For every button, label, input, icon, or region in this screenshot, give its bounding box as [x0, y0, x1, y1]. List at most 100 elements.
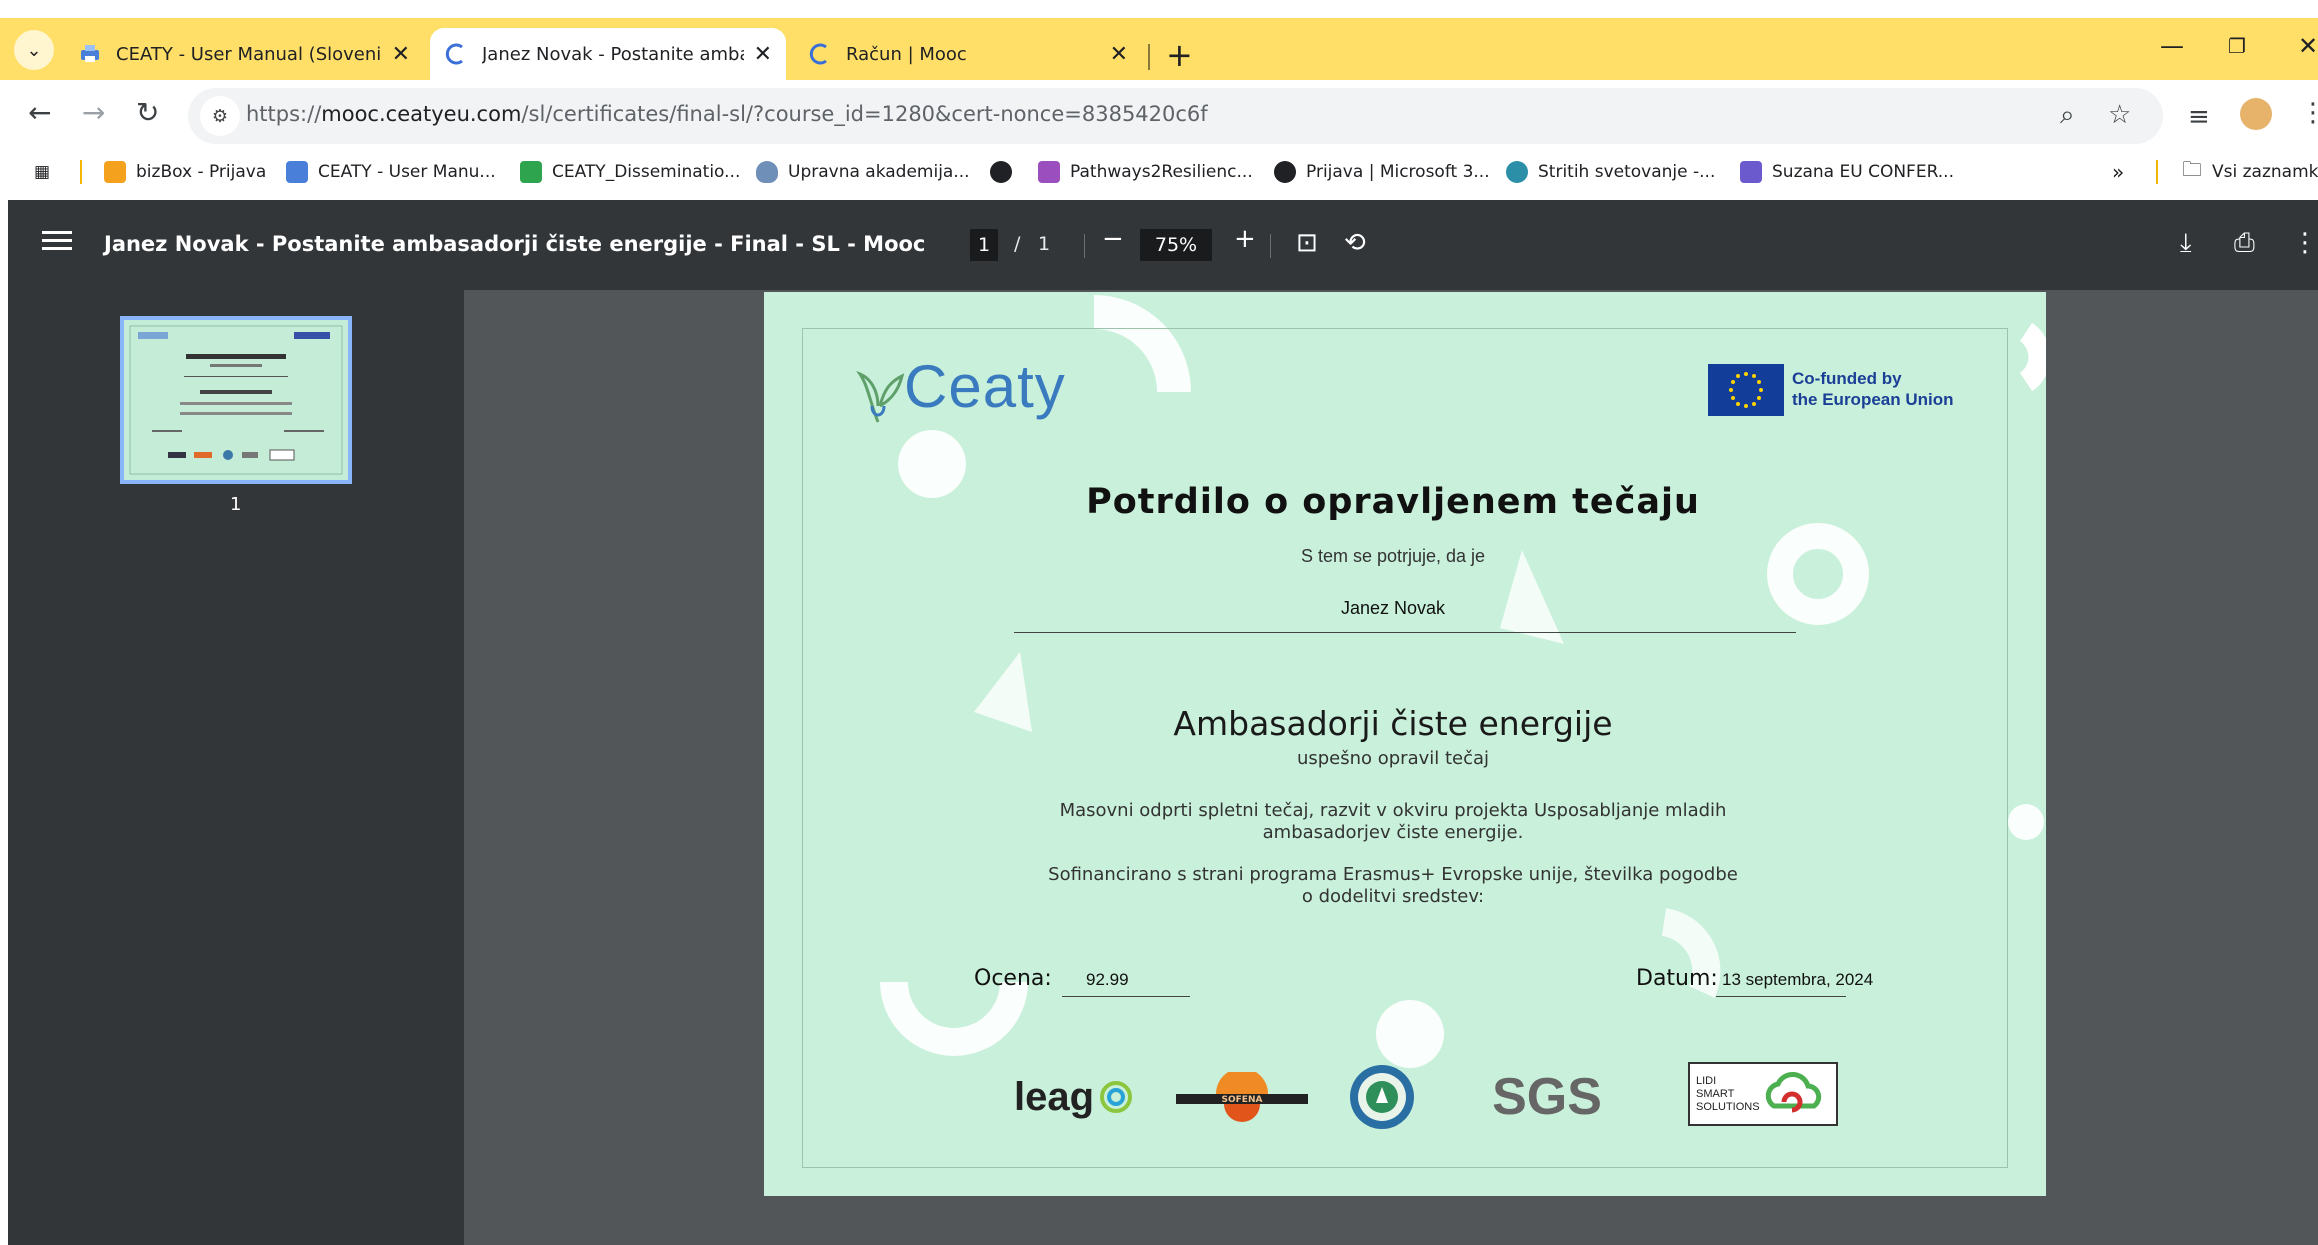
tab-racun[interactable]: Račun | Mooc ✕	[794, 28, 1142, 80]
close-icon[interactable]: ✕	[1110, 42, 1128, 67]
cloud-icon	[1765, 1072, 1822, 1113]
address-bar[interactable]: ⚙ https://mooc.ceatyeu.com/sl/certificat…	[188, 88, 2163, 144]
download-icon[interactable]: ⤓	[2180, 228, 2192, 259]
course-description: Masovni odprti spletni tečaj, razvit v o…	[1059, 800, 1727, 843]
globe-icon	[990, 161, 1012, 183]
bookmark-pathways[interactable]: Pathways2Resilienc...	[1038, 156, 1253, 188]
zoom-out-icon[interactable]: −	[1102, 224, 1124, 254]
restore-icon[interactable]: ❐	[2228, 34, 2246, 58]
url-text[interactable]: https://mooc.ceatyeu.com/sl/certificates…	[246, 102, 1208, 126]
bizbox-icon	[104, 161, 126, 183]
zoom-in-icon[interactable]: +	[1234, 224, 1256, 254]
bookmarks-bar: ▦ bizBox - Prijava CEATY - User Manu... …	[0, 152, 2318, 192]
emblem-logo	[1346, 1062, 1418, 1132]
name-underline	[1014, 632, 1796, 633]
date-underline	[1716, 996, 1846, 997]
sgs-logo: SGS	[1492, 1068, 1602, 1126]
recipient-name: Janez Novak	[1340, 598, 1446, 618]
bookmark-star-icon[interactable]: ☆	[2108, 100, 2131, 130]
emblem-icon	[1350, 1065, 1414, 1129]
completed-text: uspešno opravil tečaj	[1296, 748, 1490, 769]
sheets-icon	[520, 161, 542, 183]
shield-icon	[756, 161, 778, 183]
date-value: 13 septembra, 2024	[1722, 970, 1874, 989]
page-number-input[interactable]: 1	[970, 229, 998, 261]
mooc-c-icon	[445, 43, 463, 65]
sofena-label: SOFENA	[1222, 1095, 1263, 1105]
forward-icon[interactable]: →	[82, 96, 105, 129]
bookmark-ceaty-manual[interactable]: CEATY - User Manu...	[286, 156, 496, 188]
avatar[interactable]	[2240, 98, 2272, 130]
zoom-icon[interactable]: ⌕	[2060, 100, 2075, 131]
bookmark-separator	[80, 160, 82, 184]
thumbnail-page-number: 1	[230, 494, 242, 515]
new-tab-button[interactable]: +	[1166, 36, 1193, 74]
close-window-icon[interactable]: ✕	[2298, 32, 2318, 60]
more-menu-icon[interactable]: ⋮	[2300, 98, 2318, 128]
mooc-c-icon	[809, 43, 827, 65]
printer-icon	[81, 45, 99, 62]
close-icon[interactable]: ✕	[754, 42, 772, 67]
confirm-text: S tem se potrjuje, da je	[1300, 546, 1486, 566]
thumbnail-sidebar: 1	[8, 290, 464, 1245]
reload-icon[interactable]: ↻	[136, 96, 159, 129]
certificate-page: Ceaty Co-funded by the European Union Po…	[764, 292, 2046, 1196]
tab-title: CEATY - User Manual (Slovenia)	[116, 43, 382, 65]
tab-title: Račun | Mooc	[846, 43, 967, 65]
minimize-icon[interactable]: —	[2160, 32, 2184, 60]
all-bookmarks-folder[interactable]: 🗀 Vsi zaznamk	[2182, 156, 2318, 188]
sharepoint-icon	[1506, 161, 1528, 183]
thumbnail-preview-icon	[129, 325, 343, 475]
eu-flag-icon	[1708, 364, 1784, 416]
fit-page-icon[interactable]: ⊡	[1296, 228, 1318, 258]
bookmark-stritih[interactable]: Stritih svetovanje -...	[1506, 156, 1715, 188]
sofena-sun-icon: SOFENA	[1176, 1072, 1308, 1122]
funding-text: Sofinancirano s strani programa Erasmus+…	[1048, 864, 1738, 907]
hamburger-menu-icon[interactable]	[42, 226, 72, 256]
trello-icon	[1038, 161, 1060, 183]
date-label: Datum:	[1636, 966, 1718, 991]
grade-value: 92.99	[1086, 970, 1129, 989]
leag-ring-icon	[1100, 1081, 1133, 1113]
ceaty-logo: Ceaty	[904, 353, 1066, 420]
tab-ceaty-manual[interactable]: CEATY - User Manual (Slovenia) ✕	[64, 28, 424, 80]
grade-label: Ocena:	[974, 966, 1052, 991]
bookmark-bizbox[interactable]: bizBox - Prijava	[104, 156, 266, 188]
tab-title: Janez Novak - Postanite ambas	[482, 43, 744, 65]
pdf-toolbar: Janez Novak - Postanite ambasadorji čist…	[8, 200, 2318, 290]
tab-search-button[interactable]: ⌄	[14, 30, 54, 70]
forms-icon	[1740, 161, 1762, 183]
grade-underline	[1062, 996, 1190, 997]
course-name: Ambasadorji čiste energije	[1173, 704, 1613, 743]
leag-logo: leag	[1004, 1062, 1144, 1132]
more-options-icon[interactable]: ⋮	[2292, 228, 2318, 258]
zoom-input[interactable]: 75%	[1140, 229, 1212, 261]
site-info-icon[interactable]: ⚙	[200, 96, 240, 136]
rotate-icon[interactable]: ⟲	[1344, 228, 1366, 258]
printer-icon	[286, 161, 308, 183]
divider	[1270, 234, 1271, 258]
bookmark-ceaty-dissemination[interactable]: CEATY_Disseminatio...	[520, 156, 740, 188]
page-total: 1	[1038, 233, 1051, 255]
bookmark-globe[interactable]	[990, 156, 1022, 188]
divider	[1084, 234, 1085, 258]
browser-toolbar: ← → ↻ ⚙ https://mooc.ceatyeu.com/sl/cert…	[0, 80, 2318, 152]
bookmark-upravna-akademija[interactable]: Upravna akademija...	[756, 156, 970, 188]
reading-list-icon[interactable]: ≡	[2188, 102, 2210, 132]
certificate-title: Potrdilo o opravljenem tečaju	[1086, 482, 1700, 522]
page-thumbnail[interactable]	[120, 316, 352, 484]
eu-cofunded-label: Co-funded by the European Union	[1792, 369, 1954, 409]
chevron-down-icon: ⌄	[26, 39, 42, 61]
ceaty-leaf-icon	[856, 370, 905, 423]
tab-strip: ⌄ CEATY - User Manual (Slovenia) ✕ Janez…	[0, 18, 2318, 80]
close-icon[interactable]: ✕	[392, 42, 410, 67]
back-icon[interactable]: ←	[28, 96, 51, 129]
bookmark-microsoft[interactable]: Prijava | Microsoft 3...	[1274, 156, 1490, 188]
tab-certificate[interactable]: Janez Novak - Postanite ambas ✕	[430, 28, 786, 80]
apps-grid-icon[interactable]: ▦	[34, 156, 50, 188]
print-icon[interactable]: ⎙	[2234, 228, 2255, 259]
lidi-logo: LIDI SMART SOLUTIONS	[1688, 1062, 1838, 1126]
more-bookmarks-button[interactable]: »	[2112, 156, 2124, 188]
bookmark-suzana-eu[interactable]: Suzana EU CONFER...	[1740, 156, 1954, 188]
pdf-title: Janez Novak - Postanite ambasadorji čist…	[104, 232, 926, 256]
